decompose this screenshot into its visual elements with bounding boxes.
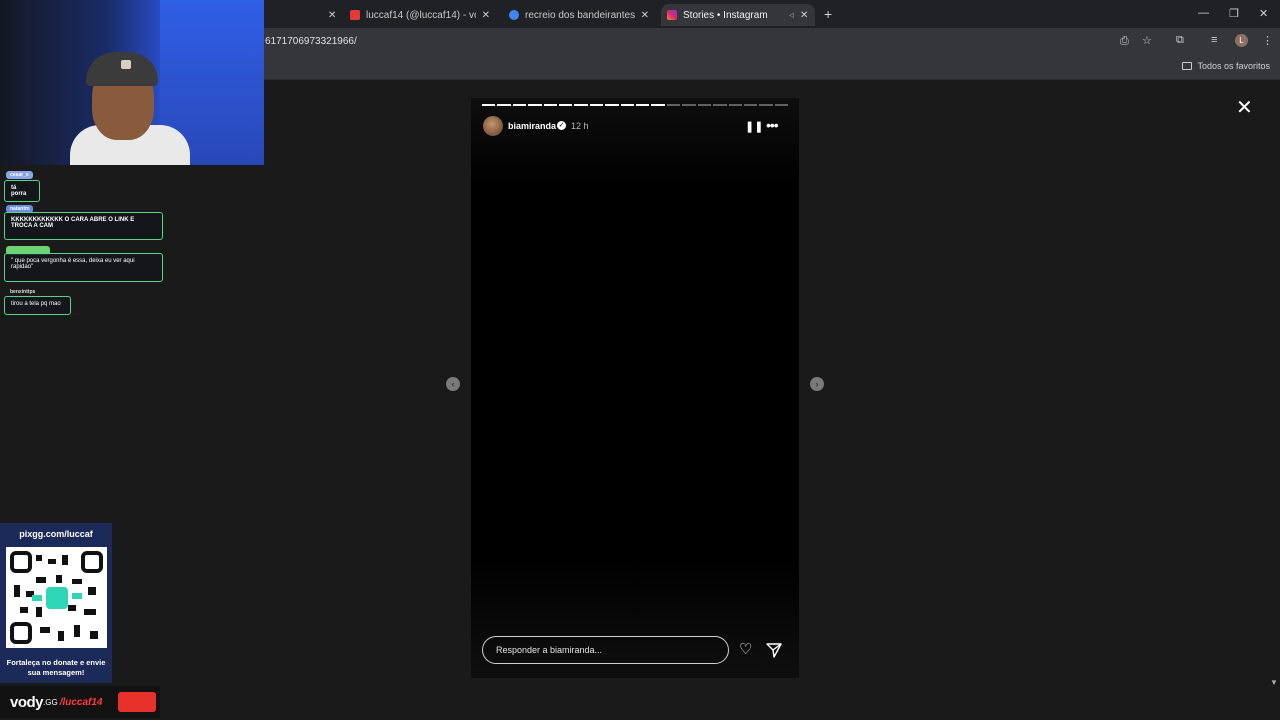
more-icon[interactable]: ••• [766, 117, 779, 133]
progress-segment [559, 104, 573, 106]
all-bookmarks[interactable]: Todos os favoritos [1182, 61, 1270, 71]
progress-segment [666, 104, 681, 106]
progress-segment [543, 104, 558, 106]
story-viewer[interactable] [471, 98, 799, 678]
progress-segment [574, 104, 588, 106]
install-app-icon[interactable]: ⎙ [1120, 35, 1129, 48]
pix-message: Fortaleça no donate e envie sua mensagem… [6, 658, 106, 677]
chevron-left-icon[interactable]: ‹ [446, 377, 460, 391]
story-progress-bar [482, 104, 789, 106]
vody-banner: vody .GG /luccaf14 [0, 686, 160, 718]
progress-segment [482, 104, 496, 106]
bookmarks-label: Todos os favoritos [1197, 61, 1270, 71]
url-text[interactable]: 6171706973321966/ [265, 36, 357, 47]
minimize-button[interactable]: — [1198, 7, 1209, 19]
progress-segment [636, 104, 650, 106]
tab-instagram[interactable]: Stories • Instagram ◃ ✕ [661, 4, 815, 26]
google-favicon-icon [509, 10, 519, 20]
chat-message: tá porra [4, 180, 40, 202]
tab-vody[interactable]: luccaf14 (@luccaf14) - vody.gg ✕ [344, 4, 496, 26]
qr-code-image [6, 547, 107, 648]
webcam-overlay [0, 0, 264, 165]
tab-close-icon[interactable]: ✕ [800, 10, 808, 21]
tab-title: Stories • Instagram [683, 9, 768, 21]
vody-badge-icon [118, 692, 156, 712]
chat-text: KKKKKKKKKKKK O CARA ABRE O LINK E TROCA … [11, 217, 135, 229]
progress-segment [651, 104, 665, 106]
restore-button[interactable]: ❐ [1229, 7, 1239, 20]
instagram-favicon-icon [667, 10, 677, 20]
progress-segment [528, 104, 542, 106]
progress-segment [620, 104, 635, 106]
vody-logo: vody [10, 693, 44, 711]
webcam-person-cap [86, 52, 158, 86]
bookmark-star-icon[interactable]: ☆ [1142, 34, 1152, 47]
progress-segment [713, 104, 727, 106]
tab-hidden[interactable]: ✕ [264, 4, 344, 26]
progress-segment [605, 104, 619, 106]
progress-segment [759, 104, 773, 106]
vody-tld: .GG [43, 697, 58, 707]
chat-text: tá porra [11, 185, 27, 197]
scroll-down-icon[interactable]: ▼ [1270, 678, 1278, 687]
chat-username: benxinttps [10, 289, 36, 295]
chevron-right-icon[interactable]: › [810, 377, 824, 391]
progress-segment [589, 104, 604, 106]
tab-close-icon[interactable]: ✕ [482, 10, 490, 21]
tab-title: recreio dos bandeirantes restau [525, 9, 635, 21]
audio-icon[interactable]: ◃ [789, 10, 794, 21]
chat-message: KKKKKKKKKKKK O CARA ABRE O LINK E TROCA … [4, 212, 163, 240]
pix-url: pixgg.com/luccaf [19, 529, 93, 539]
chat-message: tirou a tela pq mao [4, 296, 71, 315]
verified-badge-icon: ✓ [557, 121, 566, 130]
profile-avatar[interactable]: L [1235, 34, 1248, 47]
chat-text: " que poca vergonha é essa, deixa eu ver… [11, 258, 135, 270]
folder-icon [1182, 62, 1193, 70]
heart-icon[interactable]: ♡ [739, 642, 752, 657]
progress-segment [497, 104, 511, 106]
chat-text: tirou a tela pq mao [11, 301, 61, 307]
reply-input[interactable]: Responder a biamiranda... [482, 636, 729, 664]
reply-placeholder: Responder a biamiranda... [496, 645, 603, 655]
cap-logo-icon [121, 60, 131, 69]
menu-kebab-icon[interactable]: ⋮ [1262, 34, 1273, 47]
tab-close-icon[interactable]: ✕ [641, 10, 649, 21]
close-icon[interactable]: ✕ [1236, 95, 1253, 120]
story-username[interactable]: biamiranda [508, 121, 556, 131]
story-avatar[interactable] [483, 116, 503, 136]
progress-segment [728, 104, 742, 106]
story-time: 12 h [571, 121, 589, 131]
media-icon[interactable]: ≡ [1211, 34, 1217, 46]
window-close-button[interactable]: ✕ [1259, 7, 1268, 20]
tab-close-icon[interactable]: ✕ [328, 10, 336, 21]
pix-donation-widget: pixgg.com/luccaf Fortaleça no donate e e… [0, 523, 112, 683]
progress-segment [774, 104, 789, 106]
extensions-icon[interactable]: ⧉ [1176, 34, 1184, 47]
chat-username: cesar_s [6, 171, 33, 179]
tab-title: luccaf14 (@luccaf14) - vody.gg [366, 9, 476, 21]
chat-message: " que poca vergonha é essa, deixa eu ver… [4, 253, 163, 282]
progress-segment [743, 104, 758, 106]
vody-handle: /luccaf14 [59, 696, 103, 708]
progress-segment [697, 104, 712, 106]
send-icon[interactable] [766, 642, 782, 663]
pause-icon[interactable]: ❚❚ [745, 120, 763, 133]
new-tab-button[interactable]: + [824, 6, 832, 22]
vody-favicon-icon [350, 10, 360, 20]
progress-segment [682, 104, 696, 106]
tab-google[interactable]: recreio dos bandeirantes restau ✕ [503, 4, 655, 26]
progress-segment [512, 104, 527, 106]
